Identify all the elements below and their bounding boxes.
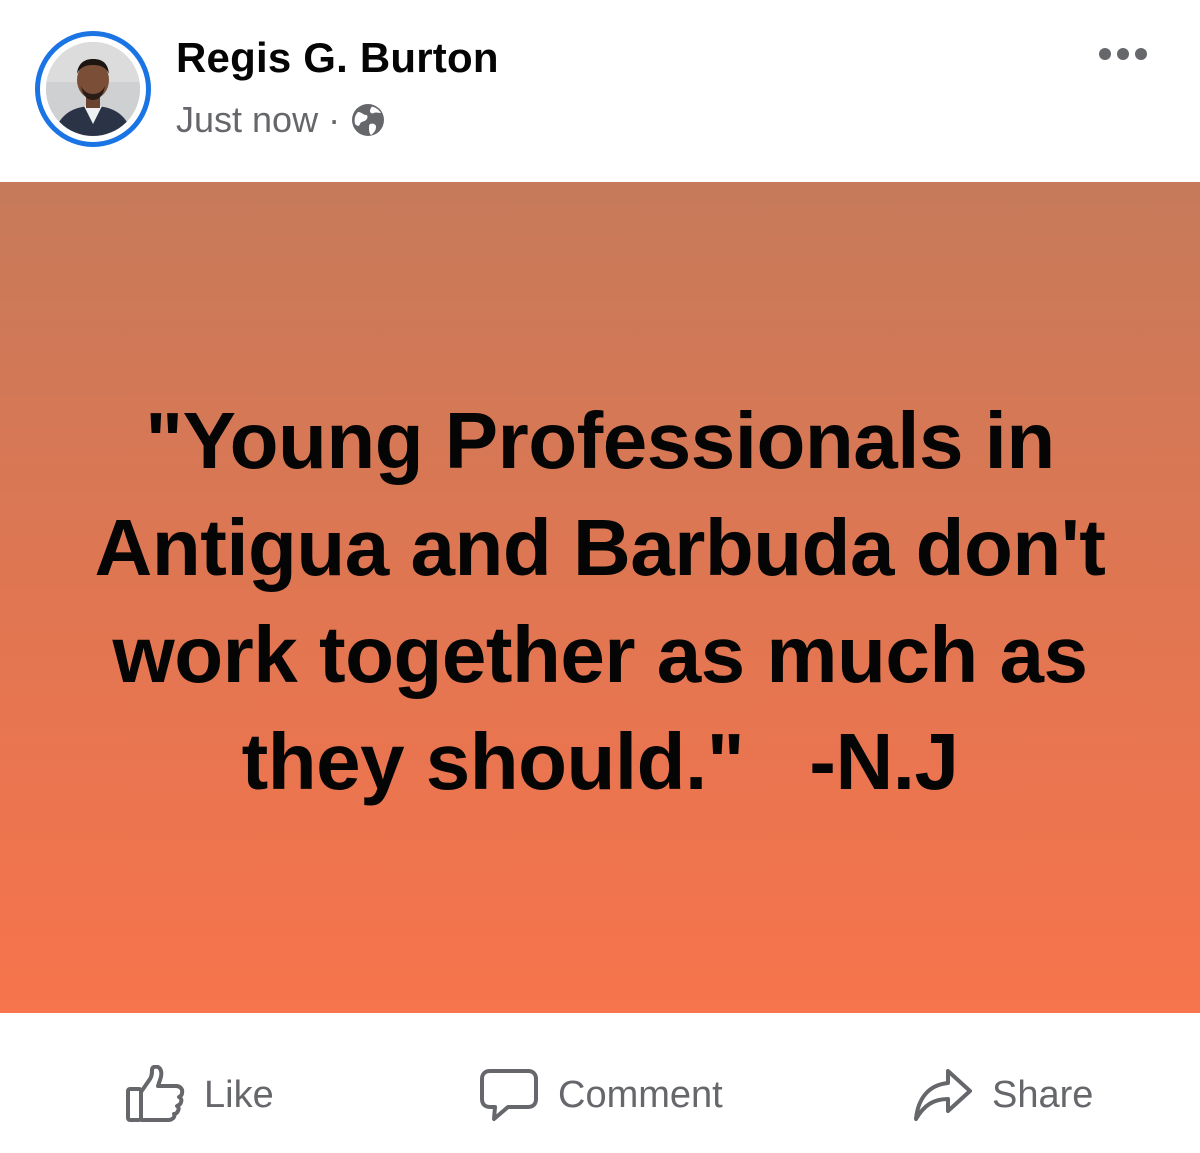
speech-bubble-icon [480,1069,538,1121]
globe-icon[interactable] [350,102,386,138]
like-button[interactable]: Like [124,1063,274,1127]
more-horizontal-icon [1099,48,1147,60]
author-avatar-ring[interactable] [35,31,151,147]
like-label: Like [204,1073,274,1116]
share-label: Share [992,1073,1094,1116]
post-quote-text: "Young Professionals in Antigua and Barb… [94,395,1128,806]
post-background-quote: "Young Professionals in Antigua and Barb… [0,182,1200,1013]
thumbs-up-icon [126,1065,185,1122]
comment-label: Comment [558,1073,723,1116]
post-action-bar: Like Comment Share [0,1013,1200,1153]
post-meta: Just now · [176,98,386,142]
share-arrow-icon [914,1069,972,1121]
post-header: Regis G. Burton Just now · [0,0,1200,182]
share-button[interactable]: Share [912,1063,1093,1127]
avatar[interactable] [46,42,140,136]
comment-button[interactable]: Comment [478,1063,723,1127]
profile-photo-icon [46,42,140,136]
post-timestamp[interactable]: Just now [176,99,318,141]
more-options-button[interactable] [1092,36,1154,72]
meta-separator: · [328,99,341,140]
author-name[interactable]: Regis G. Burton [176,34,499,82]
facebook-post: Regis G. Burton Just now · "Young Profes… [0,0,1200,1153]
